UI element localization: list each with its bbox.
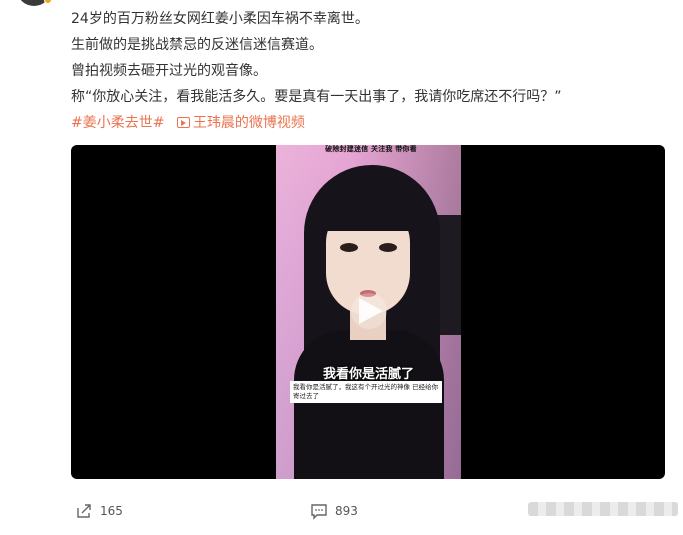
post-line-2: 生前做的是挑战禁忌的反迷信迷信赛道。 — [71, 37, 323, 53]
post-tags: #姜小柔去世# 王玮晨的微博视频 — [71, 110, 661, 136]
comment-button[interactable]: 893 — [310, 502, 358, 520]
video-comment-overlay: 我看你是活腻了，我这有个开过光的神像 已经给你寄过去了 — [290, 381, 442, 403]
video-link-icon — [176, 117, 190, 128]
comment-icon — [311, 504, 327, 520]
video-person-eye-right — [379, 243, 397, 252]
play-icon[interactable] — [351, 293, 387, 329]
video-player[interactable]: 破除封建迷信 关注我 带你看 我看你是活腻了 我看你是活腻了，我这有个开过光的神… — [71, 145, 665, 479]
topic-tag-link[interactable]: #姜小柔去世# — [71, 115, 164, 131]
post-line-1: 24岁的百万粉丝女网红姜小柔因车祸不幸离世。 — [71, 11, 369, 27]
share-icon — [77, 504, 91, 518]
video-source-label: 王玮晨的微博视频 — [192, 115, 305, 131]
post-line-3: 曾拍视频去砸开过光的观音像。 — [71, 63, 267, 79]
video-source-link[interactable]: 王玮晨的微博视频 — [176, 115, 305, 131]
post-body: 24岁的百万粉丝女网红姜小柔因车祸不幸离世。 生前做的是挑战禁忌的反迷信迷信赛道… — [71, 6, 661, 136]
video-person-body — [294, 330, 444, 479]
action-toolbar: 165 893 — [0, 496, 683, 526]
comment-count: 893 — [335, 504, 358, 518]
share-button[interactable]: 165 — [75, 502, 123, 520]
like-button[interactable] — [528, 502, 678, 516]
video-subtitle: 我看你是活腻了 — [322, 367, 414, 382]
video-person-eye-left — [340, 243, 358, 252]
video-frame: 破除封建迷信 关注我 带你看 我看你是活腻了 我看你是活腻了，我这有个开过光的神… — [276, 145, 461, 479]
share-count: 165 — [100, 504, 123, 518]
post-line-4: 称“你放心关注，看我能活多久。要是真有一天出事了，我请你吃席还不行吗？” — [71, 89, 562, 105]
verified-badge-icon — [44, 0, 52, 4]
like-area-blurred — [528, 502, 678, 516]
video-top-caption: 破除封建迷信 关注我 带你看 — [325, 145, 417, 153]
